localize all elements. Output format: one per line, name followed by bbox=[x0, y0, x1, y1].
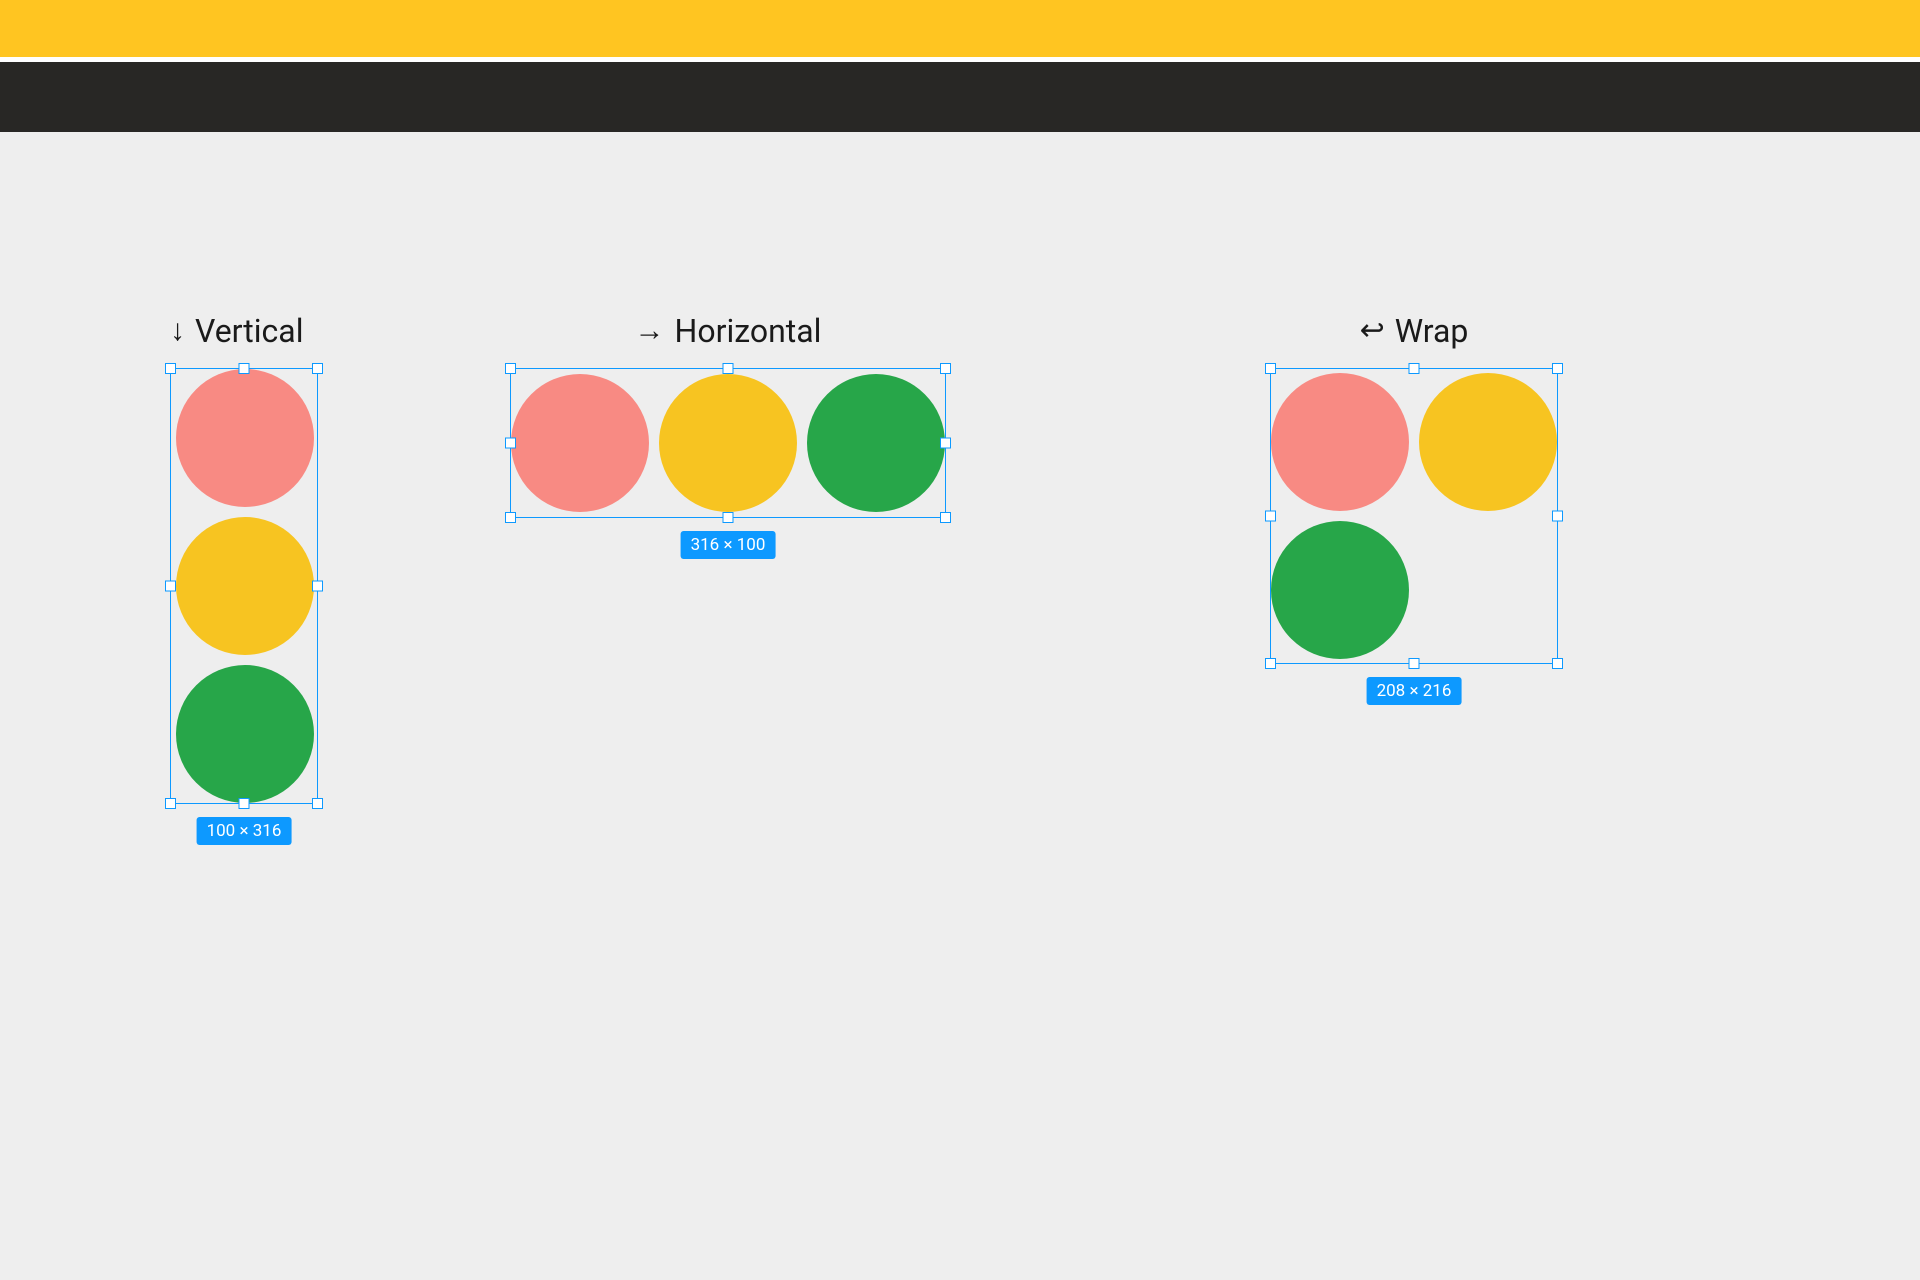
wrap-label: ↩ Wrap bbox=[1270, 312, 1558, 350]
resize-handle[interactable] bbox=[239, 363, 250, 374]
resize-handle[interactable] bbox=[1552, 363, 1563, 374]
wrap-dimensions-badge: 208 × 216 bbox=[1367, 677, 1462, 705]
resize-handle[interactable] bbox=[1409, 658, 1420, 669]
resize-handle[interactable] bbox=[505, 363, 516, 374]
horizontal-selection-box[interactable]: 316 × 100 bbox=[510, 368, 946, 518]
vertical-label-text: Vertical bbox=[195, 312, 303, 350]
vertical-label: ↓ Vertical bbox=[170, 312, 318, 350]
top-black-bar bbox=[0, 62, 1920, 132]
vertical-selection-box[interactable]: 100 × 316 bbox=[170, 368, 318, 804]
resize-handle[interactable] bbox=[1552, 658, 1563, 669]
circle-yellow bbox=[176, 517, 314, 655]
circle-green bbox=[1271, 521, 1409, 659]
circle-red bbox=[176, 369, 314, 507]
wrap-circles-container bbox=[1271, 369, 1559, 663]
vertical-circles-container bbox=[171, 369, 317, 803]
resize-handle[interactable] bbox=[940, 363, 951, 374]
example-vertical: ↓ Vertical 100 × 316 bbox=[170, 312, 318, 804]
wrap-label-text: Wrap bbox=[1395, 312, 1469, 350]
resize-handle[interactable] bbox=[1265, 658, 1276, 669]
arrow-down-icon: ↓ bbox=[170, 316, 185, 346]
example-horizontal: → Horizontal 316 × 100 bbox=[510, 312, 946, 518]
wrap-selection-box[interactable]: 208 × 216 bbox=[1270, 368, 1558, 664]
resize-handle[interactable] bbox=[165, 581, 176, 592]
circle-red bbox=[511, 374, 649, 512]
top-yellow-bar bbox=[0, 0, 1920, 57]
resize-handle[interactable] bbox=[165, 798, 176, 809]
circle-yellow bbox=[1419, 373, 1557, 511]
circle-yellow bbox=[659, 374, 797, 512]
canvas: ↓ Vertical 100 × 316 → Horizontal bbox=[0, 132, 1920, 1280]
wrap-icon: ↩ bbox=[1360, 316, 1385, 346]
circle-green bbox=[176, 665, 314, 803]
resize-handle[interactable] bbox=[165, 363, 176, 374]
example-wrap: ↩ Wrap 208 × 216 bbox=[1270, 312, 1558, 664]
circle-red bbox=[1271, 373, 1409, 511]
resize-handle[interactable] bbox=[1265, 363, 1276, 374]
resize-handle[interactable] bbox=[505, 438, 516, 449]
horizontal-label-text: Horizontal bbox=[675, 312, 822, 350]
resize-handle[interactable] bbox=[505, 512, 516, 523]
horizontal-dimensions-badge: 316 × 100 bbox=[681, 531, 776, 559]
arrow-right-icon: → bbox=[635, 316, 665, 346]
resize-handle[interactable] bbox=[723, 363, 734, 374]
resize-handle[interactable] bbox=[940, 438, 951, 449]
resize-handle[interactable] bbox=[312, 363, 323, 374]
resize-handle[interactable] bbox=[312, 581, 323, 592]
resize-handle[interactable] bbox=[723, 512, 734, 523]
resize-handle[interactable] bbox=[1265, 511, 1276, 522]
horizontal-label: → Horizontal bbox=[510, 312, 946, 350]
circle-green bbox=[807, 374, 945, 512]
vertical-dimensions-badge: 100 × 316 bbox=[197, 817, 292, 845]
resize-handle[interactable] bbox=[1409, 363, 1420, 374]
resize-handle[interactable] bbox=[940, 512, 951, 523]
resize-handle[interactable] bbox=[239, 798, 250, 809]
resize-handle[interactable] bbox=[1552, 511, 1563, 522]
resize-handle[interactable] bbox=[312, 798, 323, 809]
horizontal-circles-container bbox=[511, 369, 945, 517]
